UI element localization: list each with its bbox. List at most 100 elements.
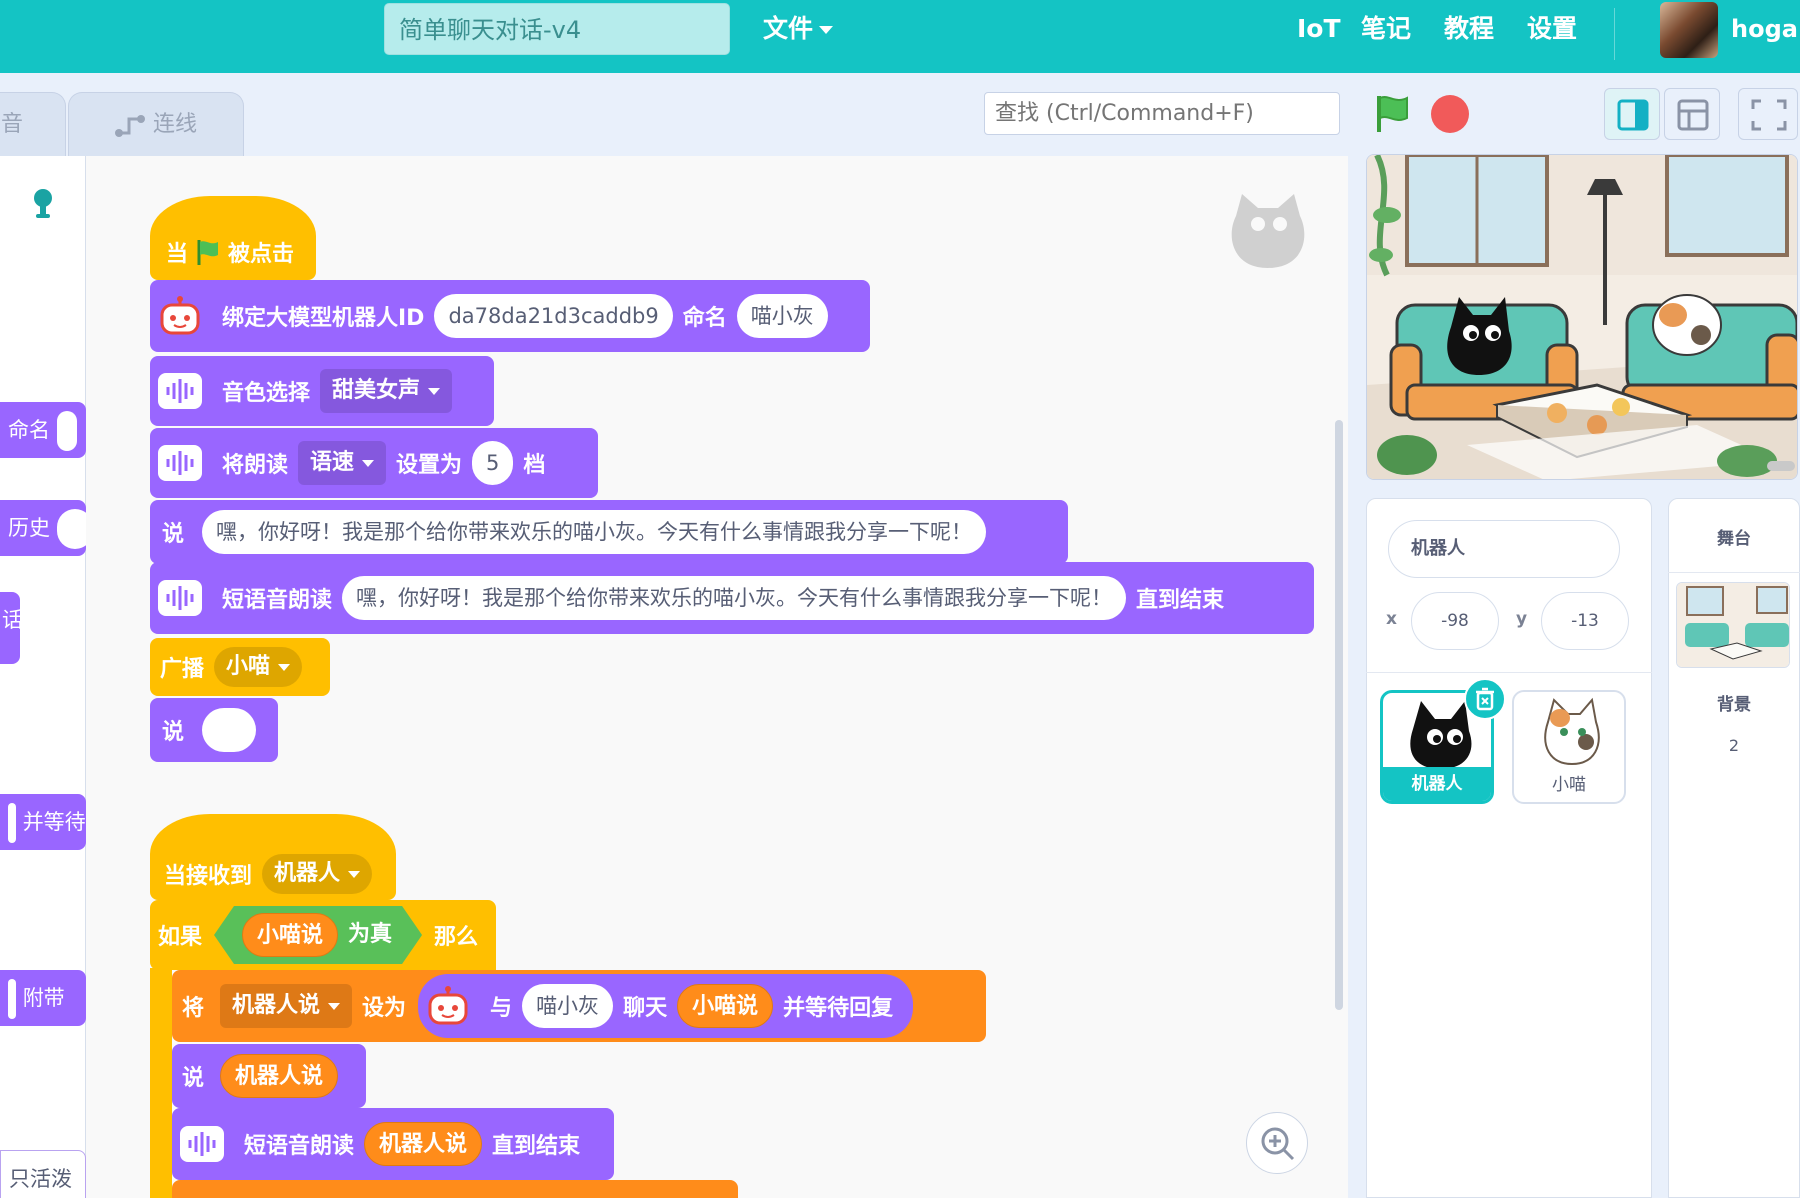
palette-input-slot (8, 803, 16, 843)
trash-icon (1476, 687, 1494, 711)
kitten-thumbnail (1544, 697, 1600, 766)
block-label: 将朗读 (222, 453, 289, 478)
voice-dropdown[interactable]: 甜美女声 (320, 369, 453, 413)
nav-settings[interactable]: 设置 (1527, 8, 1577, 50)
sprite-card-label: 小喵 (1552, 775, 1586, 795)
palette-item-label: 只活泼 (9, 1167, 72, 1191)
palette-item-label: 并等待 (22, 810, 86, 834)
nav-notes[interactable]: 笔记 (1361, 8, 1411, 50)
backdrop-thumbnail[interactable] (1676, 582, 1790, 668)
block-label: 那么 (434, 925, 479, 950)
palette-block-lively[interactable]: 只活泼 (0, 1150, 86, 1198)
chevron-down-icon (348, 870, 361, 878)
palette-input-slot (56, 411, 77, 451)
palette-item-label: 历史 (8, 516, 50, 540)
next-block-partial[interactable] (172, 1180, 738, 1198)
robot-name-input[interactable]: 喵小灰 (736, 294, 828, 338)
robot-name-input[interactable]: 喵小灰 (522, 984, 614, 1028)
say-text-input[interactable]: 嘿，你好呀！我是那个给你带来欢乐的喵小灰。今天有什么事情跟我分享一下呢！ (202, 510, 987, 554)
project-title-input[interactable]: 简单聊天对话-v4 (384, 3, 730, 55)
sprite-card-kitten[interactable]: 小喵 (1512, 690, 1626, 804)
voice-wave-icon (158, 445, 202, 481)
short-speech-block[interactable]: 短语音朗读 嘿，你好呀！我是那个给你带来欢乐的喵小灰。今天有什么事情跟我分享一下… (150, 562, 1314, 634)
current-sprite-watermark (1231, 194, 1305, 268)
block-label: 广播 (160, 657, 205, 682)
when-flag-clicked-block[interactable]: 当 被点击 (150, 196, 316, 280)
panel-divider (1366, 672, 1652, 673)
set-speech-rate-block[interactable]: 将朗读 语速 设置为 5 档 (150, 428, 598, 498)
voice-wave-icon (158, 580, 202, 616)
script-scrollbar[interactable] (1335, 420, 1343, 1010)
set-variable-block[interactable]: 将 机器人说 设为 与 喵小灰 聊天 小喵说 并等待回复 (172, 970, 986, 1042)
message-dropdown[interactable]: 机器人 (262, 854, 373, 894)
zoom-in-icon (1261, 1127, 1295, 1161)
chevron-down-icon (328, 1002, 341, 1010)
palette-block-history[interactable]: 历史 (0, 500, 86, 556)
file-menu-label: 文件 (763, 14, 814, 43)
fullscreen-button[interactable] (1738, 88, 1798, 140)
sprite-y-input[interactable]: -13 (1541, 592, 1629, 650)
chat-reporter[interactable]: 与 喵小灰 聊天 小喵说 并等待回复 (418, 974, 914, 1038)
sprite-name-input[interactable]: 机器人 (1388, 520, 1620, 578)
if-then-block[interactable]: 如果 小喵说 为真 那么 (150, 900, 496, 970)
palette-block-say[interactable]: 话 (0, 592, 20, 664)
palette-input-slot (56, 509, 86, 549)
stage-canvas[interactable] (1366, 154, 1798, 480)
find-input[interactable] (984, 92, 1340, 135)
block-label: 说 (182, 1066, 205, 1091)
palette-block-wait[interactable]: 并等待 (0, 794, 86, 850)
sprite-x-input[interactable]: -98 (1411, 592, 1499, 650)
bind-robot-block[interactable]: 绑定大模型机器人ID da78da21d3caddb9 命名 喵小灰 (150, 280, 870, 352)
rate-param-dropdown[interactable]: 语速 (298, 441, 387, 485)
tab-connect[interactable]: 连线 (68, 92, 244, 156)
rate-param-value: 语速 (310, 450, 355, 475)
rate-value-input[interactable]: 5 (472, 441, 514, 485)
connect-icon (115, 115, 145, 137)
say-empty-block[interactable]: 说 (150, 698, 278, 762)
zoom-in-button[interactable] (1246, 1112, 1308, 1174)
robot-id-input[interactable]: da78da21d3caddb9 (434, 294, 673, 338)
variable-reporter[interactable]: 小喵说 (677, 984, 774, 1028)
pin-icon[interactable] (28, 186, 58, 222)
when-receive-block[interactable]: 当接收到 机器人 (150, 814, 396, 900)
nav-tutorials[interactable]: 教程 (1444, 8, 1494, 50)
avatar[interactable] (1660, 2, 1718, 58)
nav-iot[interactable]: IoT (1297, 8, 1341, 50)
variable-dropdown[interactable]: 机器人说 (220, 984, 353, 1028)
delete-sprite-button[interactable] (1464, 678, 1506, 720)
variable-reporter[interactable]: 小喵说 (242, 913, 338, 957)
normal-stage-button[interactable] (1664, 88, 1720, 140)
palette-item-label: 附带 (22, 986, 65, 1010)
speech-text-input[interactable]: 嘿，你好呀！我是那个给你带来欢乐的喵小灰。今天有什么事情跟我分享一下呢！ (342, 576, 1127, 620)
broadcast-block[interactable]: 广播 小喵 (150, 638, 330, 696)
fullscreen-icon (1751, 99, 1787, 131)
palette-block-name[interactable]: 命名 (0, 402, 86, 458)
block-label: 将 (182, 996, 205, 1021)
username[interactable]: hogan (1731, 8, 1800, 50)
tab-sounds[interactable]: 音 (0, 92, 66, 156)
variable-reporter[interactable]: 机器人说 (220, 1054, 339, 1098)
broadcast-value: 小喵 (226, 654, 271, 679)
palette-block-attach[interactable]: 附带 (0, 970, 86, 1026)
green-flag-icon[interactable] (1371, 92, 1413, 134)
short-speech-variable-block[interactable]: 短语音朗读 机器人说 直到结束 (172, 1108, 614, 1180)
say-variable-block[interactable]: 说 机器人说 (172, 1044, 366, 1108)
file-menu[interactable]: 文件 (763, 8, 834, 50)
block-label: 聊天 (623, 996, 668, 1021)
stop-icon[interactable] (1431, 95, 1469, 133)
green-flag-icon (197, 240, 219, 265)
voice-select-block[interactable]: 音色选择 甜美女声 (150, 356, 494, 426)
say-block[interactable]: 说 嘿，你好呀！我是那个给你带来欢乐的喵小灰。今天有什么事情跟我分享一下呢！ (150, 500, 1068, 564)
backdrop-count: 2 (1728, 736, 1740, 755)
block-label: 音色选择 (222, 381, 311, 406)
block-label: 绑定大模型机器人ID (222, 306, 425, 331)
block-label: 如果 (158, 925, 203, 950)
broadcast-dropdown[interactable]: 小喵 (214, 647, 303, 687)
block-label: 设为 (362, 996, 407, 1021)
small-stage-button[interactable] (1604, 88, 1660, 140)
is-true-condition[interactable]: 小喵说 为真 (214, 906, 422, 964)
block-label: 短语音朗读 (244, 1134, 355, 1159)
variable-reporter[interactable]: 机器人说 (364, 1122, 483, 1166)
block-label: 短语音朗读 (222, 588, 333, 613)
say-text-input[interactable] (202, 708, 257, 752)
